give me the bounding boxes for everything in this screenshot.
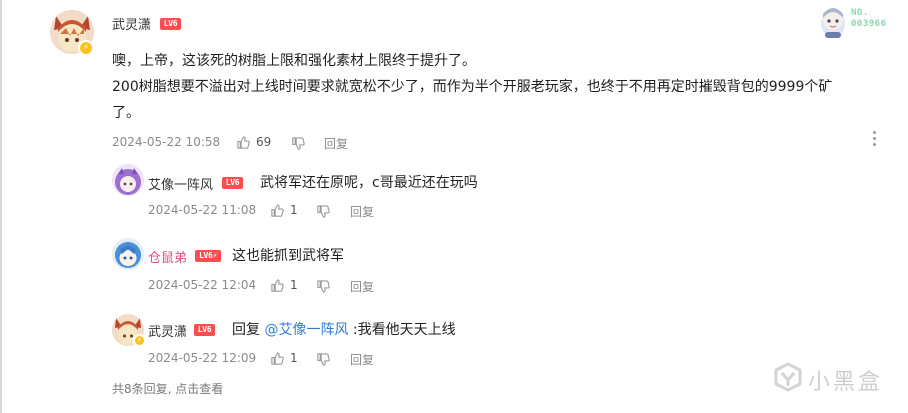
thumb-down-icon[interactable] — [316, 352, 331, 367]
reply-button[interactable]: 回复 — [324, 135, 348, 152]
thumb-up-icon[interactable] — [270, 278, 285, 293]
reply-text: :我看他天天上线 — [352, 322, 456, 338]
comment-text-line-3: 了。 — [112, 105, 140, 121]
reply-username[interactable]: 武灵潇 — [148, 321, 187, 340]
watermark-text: 小黑盒 — [808, 370, 884, 395]
verified-bolt-icon: ⚡ — [78, 40, 94, 56]
reply-prefix: 回复 — [232, 322, 260, 338]
purple-hair-avatar-icon — [112, 164, 144, 196]
left-border — [0, 0, 2, 413]
mention-link[interactable]: @艾像一阵风 — [264, 322, 348, 338]
thumb-down-icon[interactable] — [316, 204, 331, 219]
reply-username[interactable]: 仓鼠弟 — [148, 247, 187, 266]
view-all-replies-link[interactable]: 共8条回复, 点击查看 — [112, 380, 223, 397]
reply-text: 武将军还在原呢，c哥最近还在玩吗 — [260, 175, 478, 191]
more-vertical-icon[interactable] — [871, 131, 877, 147]
like-count: 1 — [290, 351, 298, 365]
comment-date: 2024-05-22 10:58 — [112, 135, 221, 149]
reply-button[interactable]: 回复 — [350, 203, 374, 220]
decoration-number: 003966 — [851, 19, 887, 29]
thumb-down-icon[interactable] — [316, 279, 331, 294]
thumb-up-icon[interactable] — [270, 203, 285, 218]
level-badge: LV6 — [222, 177, 243, 189]
like-count: 1 — [290, 203, 298, 217]
like-count: 1 — [290, 278, 298, 292]
decoration-label: NO. — [851, 8, 869, 18]
thumb-down-icon[interactable] — [291, 136, 306, 151]
reply-text-line: 回复 @艾像一阵风 :我看他天天上线 — [232, 319, 456, 339]
reply-date: 2024-05-22 12:04 — [148, 278, 257, 292]
comment-text-line-2: 200树脂想要不溢出对上线时间要求就宽松不少了，而作为半个开服老玩家，也终于不用… — [112, 79, 833, 95]
blue-hair-avatar-icon — [112, 238, 144, 270]
reply-date: 2024-05-22 12:09 — [148, 351, 257, 365]
reply-button[interactable]: 回复 — [350, 278, 374, 295]
avatar[interactable] — [112, 164, 144, 196]
like-count: 69 — [256, 135, 272, 149]
level-badge: LV6 — [194, 324, 215, 336]
avatar[interactable] — [112, 238, 144, 270]
comment-text-line-1: 噢，上帝，这该死的树脂上限和强化素材上限终于提升了。 — [112, 53, 476, 69]
reply-text: 这也能抓到武将军 — [232, 248, 344, 264]
reply-button[interactable]: 回复 — [350, 351, 374, 368]
thumb-up-icon[interactable] — [270, 351, 285, 366]
level-badge: LV6 — [160, 18, 181, 30]
reply-username[interactable]: 艾像一阵风 — [148, 174, 213, 193]
verified-bolt-icon: ⚡ — [133, 334, 146, 347]
reply-date: 2024-05-22 11:08 — [148, 203, 257, 217]
chibi-icon — [821, 8, 845, 38]
thumb-up-icon[interactable] — [236, 135, 251, 150]
comment-username[interactable]: 武灵潇 — [112, 14, 151, 33]
level-badge: LV6⚡ — [195, 250, 221, 262]
